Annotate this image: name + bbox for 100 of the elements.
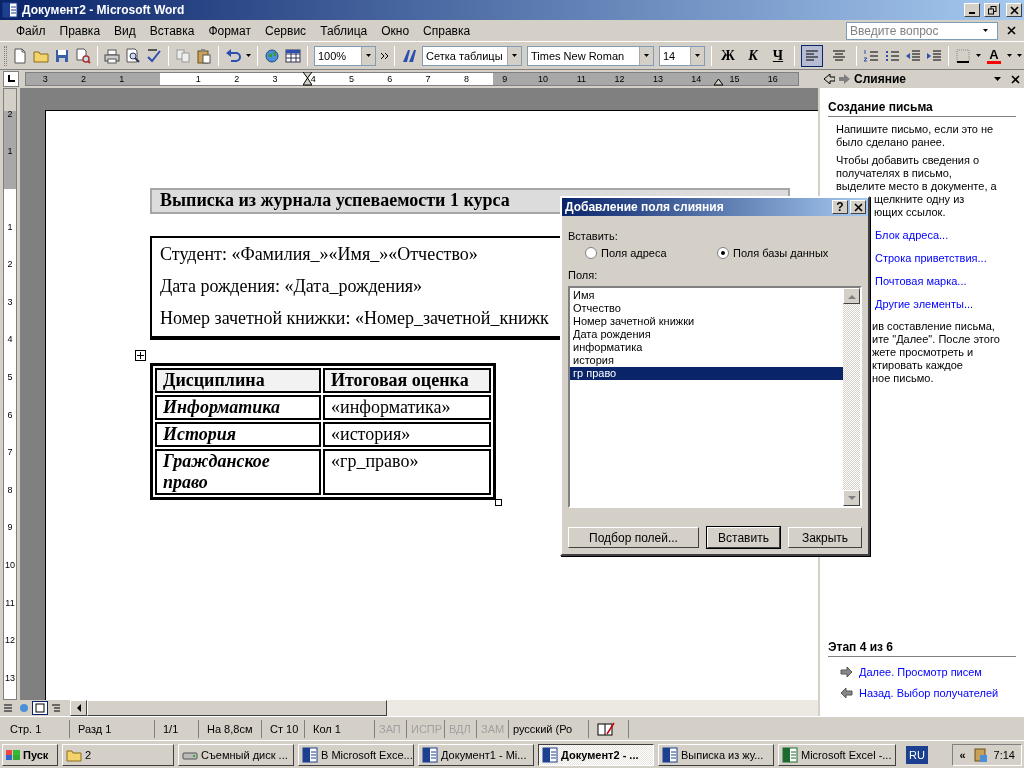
right-indent-marker-icon[interactable] [714,79,723,86]
italic-button[interactable]: К [743,47,763,64]
table-resize-handle-icon[interactable] [495,499,502,506]
menu-item[interactable]: Вид [107,21,143,40]
arrow-right-icon[interactable] [840,666,853,678]
close-button[interactable] [850,200,866,214]
scroll-thumb[interactable] [87,700,387,716]
help-search-field[interactable]: Введите вопрос [846,21,998,40]
undo-icon[interactable] [225,47,241,64]
style-dropdown[interactable]: Сетка таблицы [422,45,522,66]
book-check-icon[interactable] [597,721,615,736]
pane-link[interactable]: Далее. Просмотр писем [859,666,982,678]
field-list-item[interactable]: история [570,354,843,367]
minimize-button[interactable] [964,3,980,17]
indent-marker-icon[interactable] [303,72,312,86]
font-size-dropdown[interactable]: 14 [659,45,705,66]
close-icon [853,202,863,212]
menu-item[interactable]: Окно [374,21,417,40]
tab-selector-button[interactable] [3,71,19,87]
pane-paragraph: Напишите письмо, если это не было сделано ранее. [836,123,995,149]
document-icon [2,2,18,18]
borders-icon[interactable] [955,47,971,64]
field-list-item[interactable]: гр право [570,367,843,380]
field-list-item[interactable]: Отчество [570,302,843,315]
scroll-down-button[interactable] [843,490,860,506]
chevron-icon[interactable] [381,52,388,59]
print-layout-button[interactable] [32,701,48,715]
tray-toggle[interactable]: « [959,748,966,761]
font-dropdown[interactable]: Times New Roman [527,45,654,66]
spreadsheet-icon [782,746,798,763]
new-document-icon[interactable] [12,47,28,64]
field-list-item[interactable]: информатика [570,341,843,354]
taskbar-button[interactable]: Документ2 - ... [538,743,654,766]
ruler-number: 6 [7,409,13,420]
paste-icon[interactable] [196,47,212,64]
pane-link[interactable]: Другие элементы... [875,298,974,311]
menu-item[interactable]: Файл [9,21,53,40]
menu-item[interactable]: Формат [201,21,259,40]
back-arrow-icon[interactable] [824,74,835,84]
field-list-item[interactable]: Дата рождения [570,328,843,341]
taskbar-button[interactable]: Выписка из жу... [658,743,774,766]
group-label: Поля: [568,269,599,281]
ruler-number: 2 [234,73,240,85]
taskbar-button[interactable]: Съемный диск ... [178,743,294,766]
decrease-indent-icon[interactable] [905,47,921,64]
font-color-button[interactable]: A [986,47,1002,64]
menu-item[interactable]: Таблица [313,21,375,40]
pane-link[interactable]: Почтовая марка... [875,275,967,288]
restore-button[interactable] [984,3,1000,17]
field-list-item[interactable]: Имя [570,289,843,302]
table-icon[interactable] [285,47,301,64]
ruler-number: 12 [614,73,625,85]
globe-icon[interactable] [264,47,280,64]
bold-button[interactable]: Ж [718,47,738,64]
start-button[interactable]: Пуск [2,743,58,766]
field-list-item[interactable]: Номер зачетной книжки [570,315,843,328]
table-move-handle-icon[interactable] [135,350,146,361]
close-icon[interactable] [1011,74,1020,84]
forward-arrow-icon[interactable] [839,74,850,84]
menu-item[interactable]: Вставка [142,21,202,40]
spell-check-icon[interactable] [146,47,162,64]
pane-link[interactable]: Строка приветствия... [875,252,987,265]
scroll-left-button[interactable] [70,700,87,716]
dialog-button[interactable]: Подбор полей... [568,527,699,548]
pane-link[interactable]: Блок адреса... [875,229,949,242]
pane-link[interactable]: Назад. Выбор получателей [859,687,999,699]
taskbar-button[interactable]: В Microsoft Exce... [298,743,414,766]
radio-button[interactable] [717,247,729,259]
ruler-number: 11 [5,597,15,608]
print-icon[interactable] [104,47,120,64]
caret-icon[interactable] [976,54,981,57]
close-button[interactable] [1006,3,1022,17]
save-icon[interactable] [54,47,70,64]
menu-item[interactable]: Сервис [258,21,314,40]
increase-indent-icon[interactable] [926,47,942,64]
close-icon[interactable] [1007,26,1016,35]
taskbar-button[interactable]: 2 [62,743,174,766]
taskbar-button[interactable]: Microsoft Excel -... [778,743,896,766]
arrow-left-icon[interactable] [840,687,853,699]
document-magnifier-icon[interactable] [75,47,91,64]
language-indicator[interactable]: RU [906,745,928,764]
underline-button[interactable]: Ч [768,47,788,64]
menu-item[interactable]: Правка [52,21,108,40]
caret-icon[interactable] [246,54,251,57]
styles-icon[interactable] [401,47,417,64]
network-icon[interactable] [971,746,988,763]
menu-item[interactable]: Справка [416,21,478,40]
taskbar-button[interactable]: Документ1 - Mi... [418,743,534,766]
align-left-button[interactable] [801,44,823,67]
windows-flag-icon [6,748,20,761]
dialog-button[interactable]: Вставить [707,527,780,548]
dialog-button[interactable]: Закрыть [788,527,862,548]
zoom-dropdown[interactable]: 100% [314,45,376,66]
radio-button[interactable] [585,247,597,259]
scroll-up-button[interactable] [843,288,860,304]
numbered-list-icon[interactable] [863,47,879,64]
print-preview-icon[interactable] [125,47,141,64]
caret-icon[interactable] [994,77,1001,81]
help-button[interactable]: ? [832,200,848,214]
ruler-number: 3 [272,73,278,85]
